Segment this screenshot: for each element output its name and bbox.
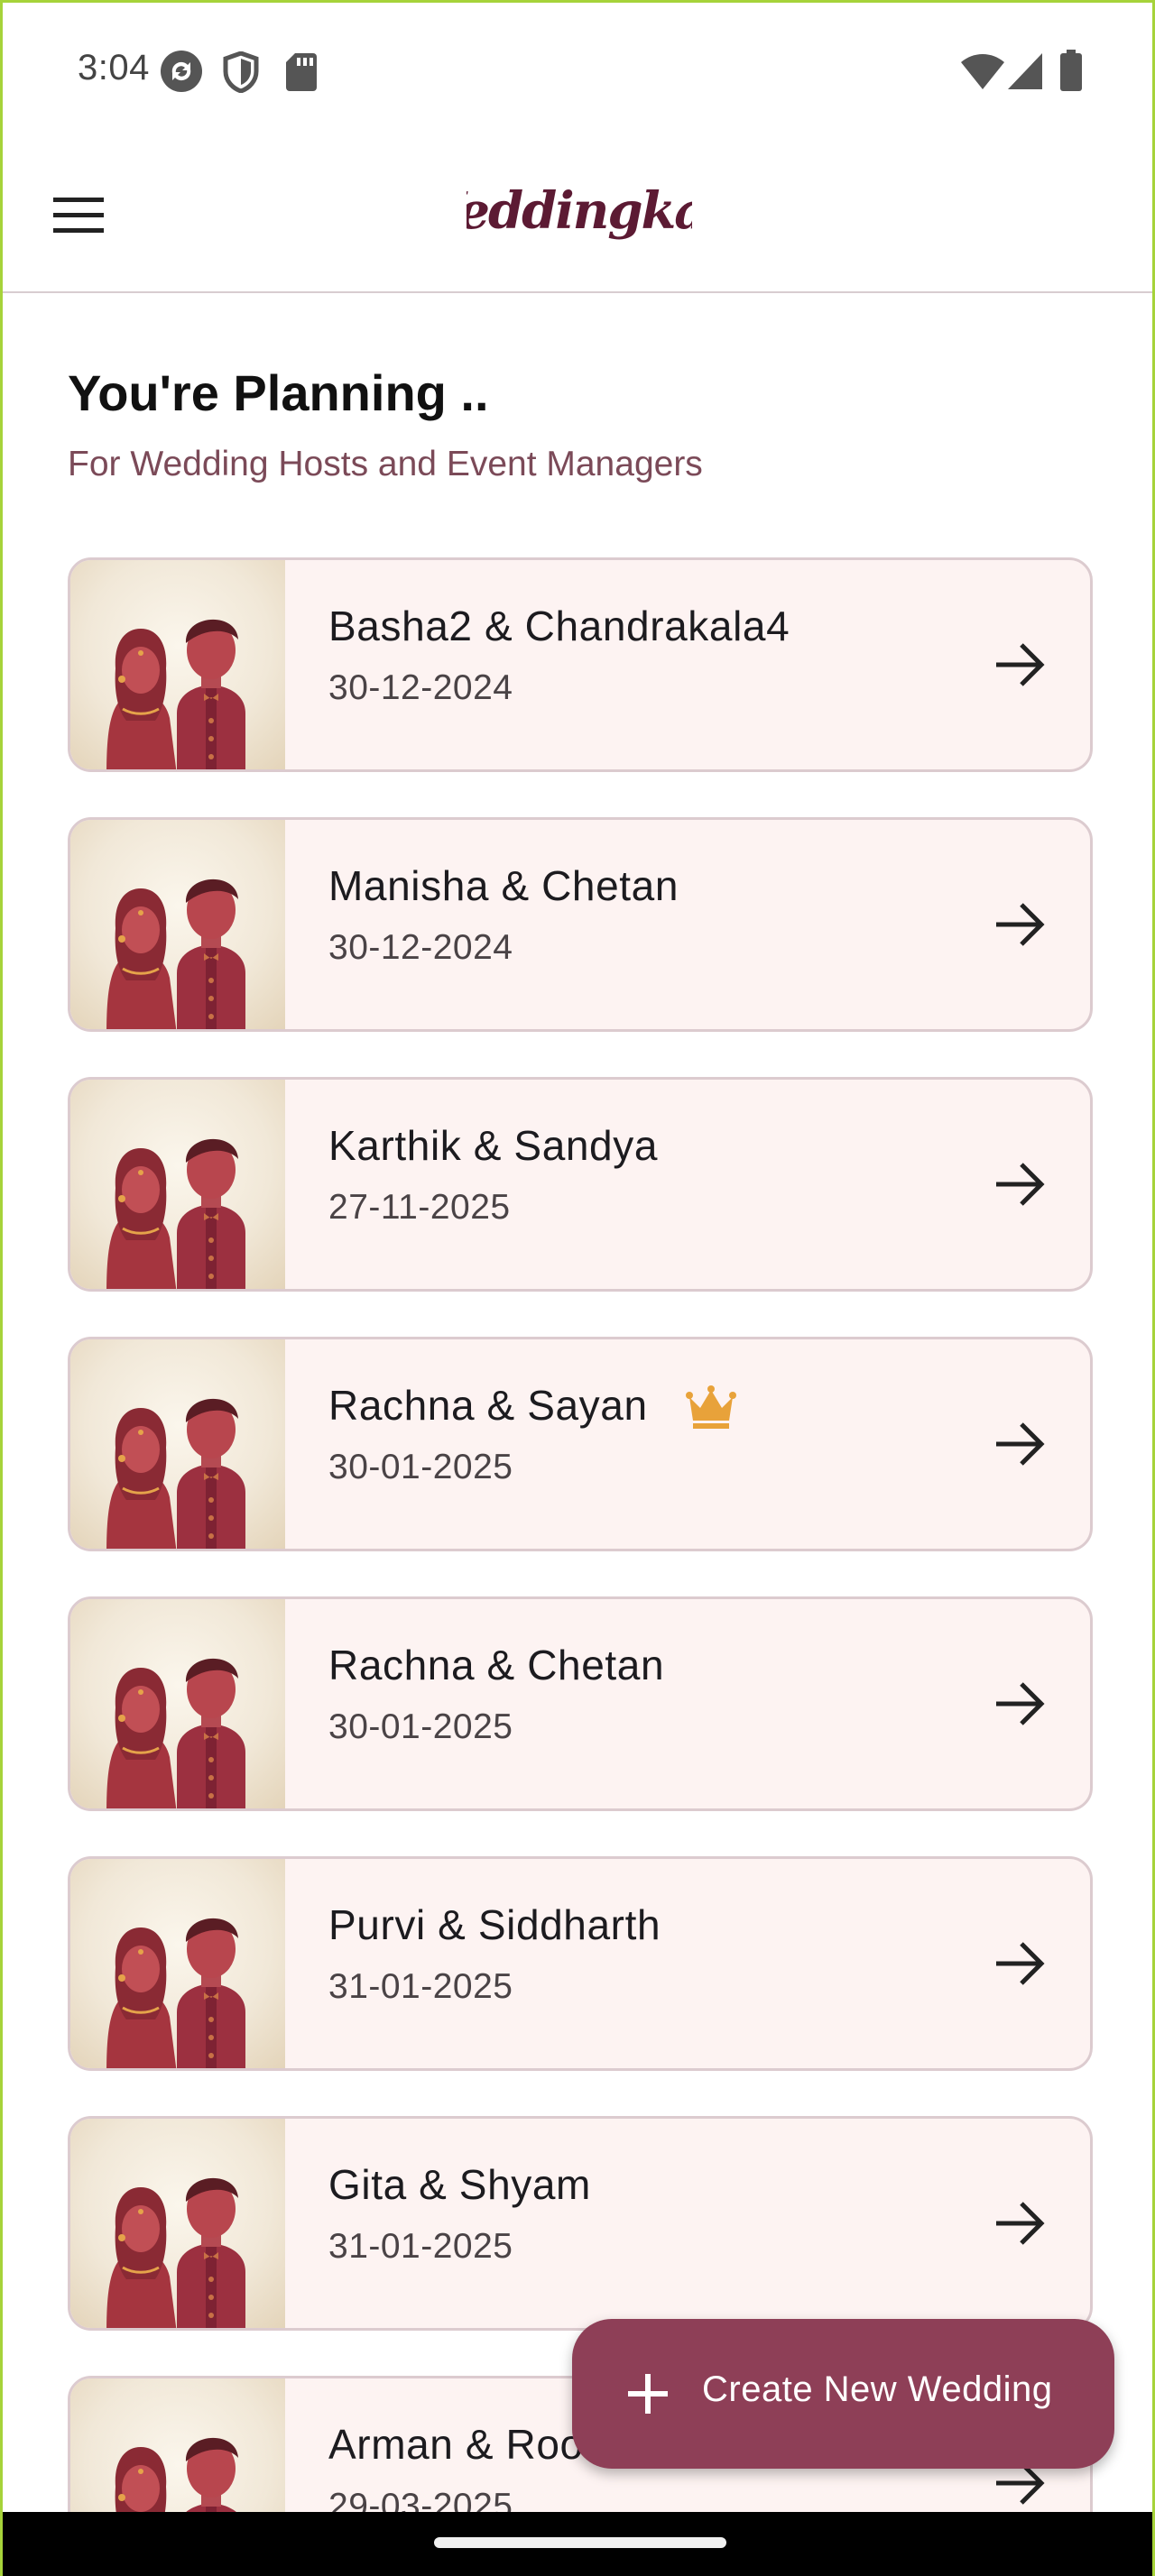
couple-names: Manisha & Chetan	[328, 862, 679, 909]
shield-icon	[223, 51, 259, 97]
wifi-icon	[961, 53, 1004, 94]
wedding-date: 30-12-2024	[328, 928, 513, 967]
couple-names: Purvi & Siddharth	[328, 1901, 661, 1948]
couple-avatar-icon	[70, 1859, 285, 2068]
sd-card-icon	[286, 53, 317, 96]
wedding-date: 30-01-2025	[328, 1707, 513, 1746]
wedding-card[interactable]: Manisha & Chetan 30-12-2024	[68, 817, 1093, 1032]
signal-icon	[1008, 53, 1042, 94]
page-subtitle: For Wedding Hosts and Event Managers	[68, 445, 703, 483]
home-gesture-handle[interactable]	[434, 2537, 726, 2548]
create-new-wedding-button[interactable]: Create New Wedding	[572, 2319, 1114, 2469]
couple-names: Rachna & Sayan	[328, 1382, 648, 1429]
wedding-list: Basha2 & Chandrakala4 30-12-2024 Manisha…	[68, 557, 1093, 2576]
wedding-card[interactable]: Rachna & Chetan 30-01-2025	[68, 1596, 1093, 1811]
arrow-right-icon[interactable]	[984, 2187, 1056, 2259]
weddingkart-logo: Weddingkart	[407, 174, 755, 255]
create-new-wedding-label: Create New Wedding	[702, 2369, 1053, 2409]
wedding-date: 30-12-2024	[328, 668, 513, 707]
arrow-right-icon[interactable]	[984, 1408, 1056, 1480]
wedding-date: 31-01-2025	[328, 2227, 513, 2266]
sync-icon	[160, 50, 203, 97]
logo-text: Weddingkart	[467, 181, 692, 241]
battery-icon	[1060, 50, 1082, 96]
couple-avatar-icon	[70, 820, 285, 1029]
status-time: 3:04	[78, 48, 150, 87]
wedding-card[interactable]: Purvi & Siddharth 31-01-2025	[68, 1856, 1093, 2071]
arrow-right-icon[interactable]	[984, 1148, 1056, 1220]
app-bar: Weddingkart	[3, 138, 1152, 293]
couple-avatar-icon	[70, 1339, 285, 1549]
arrow-right-icon[interactable]	[984, 1668, 1056, 1740]
couple-avatar-icon	[70, 1599, 285, 1808]
system-nav-bar	[3, 2512, 1152, 2576]
couple-avatar-icon	[70, 560, 285, 769]
couple-names: Basha2 & Chandrakala4	[328, 603, 790, 649]
couple-avatar-icon	[70, 1080, 285, 1289]
status-bar: 3:04	[3, 3, 1152, 138]
plus-icon	[621, 2367, 675, 2421]
app-screen: 3:04 ddingk You're Planning .. For Weddi…	[0, 0, 1155, 2576]
couple-names: Karthik & Sandya	[328, 1122, 659, 1169]
hamburger-menu-icon[interactable]	[39, 176, 118, 255]
couple-names: Gita & Shyam	[328, 2161, 591, 2208]
crown-icon	[686, 1385, 736, 1430]
wedding-card[interactable]: Karthik & Sandya 27-11-2025	[68, 1077, 1093, 1292]
page-title: You're Planning ..	[68, 364, 489, 421]
couple-names: Rachna & Chetan	[328, 1642, 665, 1688]
wedding-card[interactable]: Rachna & Sayan 30-01-2025	[68, 1337, 1093, 1551]
wedding-date: 27-11-2025	[328, 1188, 511, 1227]
couple-avatar-icon	[70, 2119, 285, 2328]
arrow-right-icon[interactable]	[984, 888, 1056, 961]
wedding-date: 31-01-2025	[328, 1967, 513, 2006]
wedding-date: 30-01-2025	[328, 1448, 513, 1486]
arrow-right-icon[interactable]	[984, 1927, 1056, 2000]
wedding-card[interactable]: Gita & Shyam 31-01-2025	[68, 2116, 1093, 2331]
wedding-card[interactable]: Basha2 & Chandrakala4 30-12-2024	[68, 557, 1093, 772]
arrow-right-icon[interactable]	[984, 629, 1056, 701]
couple-names: Arman & Roo	[328, 2421, 584, 2468]
